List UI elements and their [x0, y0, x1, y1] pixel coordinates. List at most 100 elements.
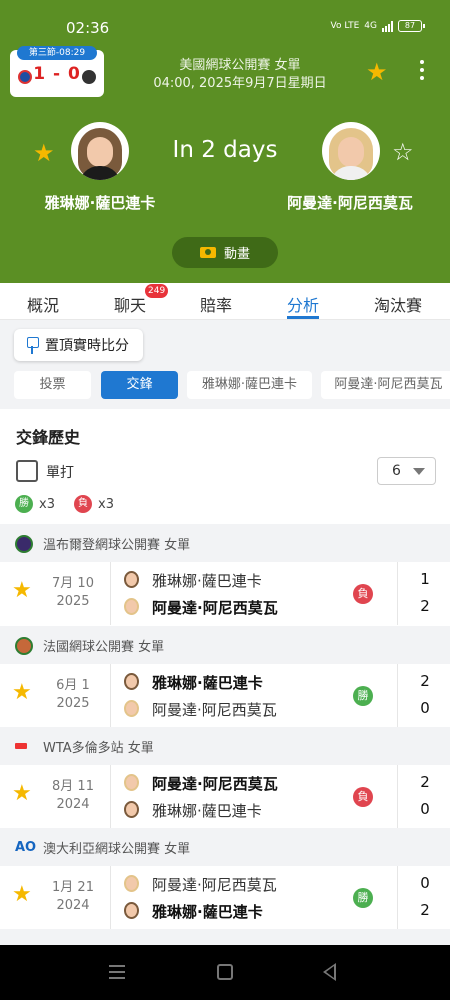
player-name: 雅琳娜·薩巴連卡: [152, 674, 263, 692]
match-count-select[interactable]: 6: [377, 457, 436, 485]
tab-odds[interactable]: 賠率: [200, 292, 232, 316]
score: 1: [420, 570, 430, 588]
loss-count: x3: [98, 496, 114, 512]
match-year: 2024: [56, 797, 90, 812]
player2-favorite-star-icon[interactable]: ☆: [392, 138, 414, 166]
h2h-title: 交鋒歷史: [16, 428, 81, 447]
singles-checkbox[interactable]: [16, 460, 38, 482]
divider: [397, 664, 398, 727]
live-period: 第三節-08:29: [17, 46, 97, 60]
match-row[interactable]: ★ 6月 1 2025 雅琳娜·薩巴連卡 阿曼達·阿尼西莫瓦 勝 2 0: [0, 664, 450, 727]
pin-live-score-button[interactable]: 置頂實時比分: [14, 329, 143, 361]
player-name: 阿曼達·阿尼西莫瓦: [152, 775, 278, 793]
match-day: 1月 21: [52, 880, 94, 895]
score: 2: [420, 597, 430, 615]
player-name: 阿曼達·阿尼西莫瓦: [152, 599, 278, 617]
competition-header[interactable]: WTA多倫多站 女單: [0, 727, 450, 765]
divider: [397, 765, 398, 828]
back-icon[interactable]: [323, 963, 336, 981]
match-row[interactable]: ★ 7月 10 2025 雅琳娜·薩巴連卡 阿曼達·阿尼西莫瓦 負 1 2: [0, 562, 450, 625]
player-avatar-icon: [124, 774, 139, 791]
player-avatar-icon: [124, 571, 139, 588]
match-row[interactable]: ★ 8月 11 2024 阿曼達·阿尼西莫瓦 雅琳娜·薩巴連卡 負 2 0: [0, 765, 450, 828]
home-icon[interactable]: [217, 964, 233, 980]
roland-garros-logo-icon: [15, 637, 33, 655]
australian-open-logo-icon: AO: [15, 840, 37, 855]
match-year: 2024: [56, 898, 90, 913]
player-avatar-icon: [124, 875, 139, 892]
favorite-star-icon[interactable]: ★: [12, 680, 32, 705]
match-date: 1月 21 2024: [44, 879, 102, 915]
match-date: 7月 10 2025: [44, 575, 102, 611]
volte-indicator: Vo LTE: [330, 20, 360, 31]
competition-header[interactable]: 溫布爾登網球公開賽 女單: [0, 524, 450, 562]
singles-label: 單打: [46, 465, 74, 481]
countdown: In 2 days: [172, 137, 278, 163]
player-avatar-icon: [124, 902, 139, 919]
player-name: 阿曼達·阿尼西莫瓦: [152, 701, 277, 719]
tab-knockout[interactable]: 淘汰賽: [374, 292, 422, 316]
chip-player1[interactable]: 雅琳娜·薩巴連卡: [187, 371, 312, 399]
tab-overview[interactable]: 概況: [27, 292, 59, 316]
player2-name[interactable]: 阿曼達·阿尼西莫瓦: [270, 192, 430, 213]
win-badge: 勝: [15, 495, 33, 513]
match-date: 6月 1 2025: [44, 677, 102, 713]
loss-tally: 負 x3: [74, 495, 114, 513]
animation-button[interactable]: 動畫: [172, 237, 278, 268]
result-badge: 負: [353, 787, 373, 807]
match-date: 8月 11 2024: [44, 778, 102, 814]
battery-icon: 87: [398, 20, 425, 32]
chip-vote[interactable]: 投票: [14, 371, 91, 399]
event-title[interactable]: 美國網球公開賽 女單: [110, 54, 370, 73]
tab-analysis[interactable]: 分析: [287, 292, 319, 316]
status-icons: Vo LTE 4G 87: [330, 20, 425, 32]
favorite-star-icon[interactable]: ★: [366, 58, 388, 86]
live-score-card[interactable]: 第三節-08:29 1 - 0: [10, 46, 104, 97]
divider: [110, 562, 111, 625]
match-day: 6月 1: [56, 678, 90, 693]
win-tally: 勝 x3: [15, 495, 55, 513]
player-name: 阿曼達·阿尼西莫瓦: [152, 876, 277, 894]
score: 0: [420, 800, 430, 818]
chip-head-to-head[interactable]: 交鋒: [101, 371, 178, 399]
chat-count-badge: 249: [145, 284, 169, 298]
system-nav-bar: [0, 945, 450, 1000]
score: 0: [420, 874, 430, 892]
competition-name: WTA多倫多站 女單: [43, 741, 154, 756]
divider: [110, 765, 111, 828]
favorite-star-icon[interactable]: ★: [12, 781, 32, 806]
player-name: 雅琳娜·薩巴連卡: [152, 802, 262, 820]
competition-header-partial: [0, 929, 450, 945]
tab-chat[interactable]: 聊天: [114, 292, 146, 316]
signal-icon: [382, 20, 393, 32]
favorite-star-icon[interactable]: ★: [12, 882, 32, 907]
player-name: 雅琳娜·薩巴連卡: [152, 903, 263, 921]
match-year: 2025: [56, 594, 90, 609]
animation-icon: [199, 247, 216, 258]
competition-name: 法國網球公開賽 女單: [43, 640, 165, 655]
tab-bar: 概況 聊天 賠率 分析 淘汰賽: [0, 283, 450, 320]
match-header: 02:36 Vo LTE 4G 87 第三節-08:29 1 - 0 美國網球公…: [0, 0, 450, 283]
player2-avatar[interactable]: [322, 122, 380, 180]
menu-icon[interactable]: [109, 965, 125, 983]
result-badge: 勝: [353, 686, 373, 706]
competition-header[interactable]: AO 澳大利亞網球公開賽 女單: [0, 828, 450, 866]
player-name: 雅琳娜·薩巴連卡: [152, 572, 262, 590]
competition-name: 溫布爾登網球公開賽 女單: [43, 538, 191, 553]
status-time: 02:36: [66, 19, 110, 37]
more-options-icon[interactable]: [418, 60, 426, 84]
result-badge: 勝: [353, 888, 373, 908]
player1-avatar[interactable]: [71, 122, 129, 180]
chevron-down-icon: [413, 468, 425, 475]
competition-header[interactable]: 法國網球公開賽 女單: [0, 626, 450, 664]
match-year: 2025: [56, 696, 90, 711]
match-row[interactable]: ★ 1月 21 2024 阿曼達·阿尼西莫瓦 雅琳娜·薩巴連卡 勝 0 2: [0, 866, 450, 929]
player1-favorite-star-icon[interactable]: ★: [33, 139, 55, 167]
win-count: x3: [39, 496, 55, 512]
result-badge: 負: [353, 584, 373, 604]
favorite-star-icon[interactable]: ★: [12, 578, 32, 603]
wimbledon-logo-icon: [15, 535, 33, 553]
player1-name[interactable]: 雅琳娜·薩巴連卡: [20, 192, 180, 213]
chip-player2[interactable]: 阿曼達·阿尼西莫瓦: [321, 371, 450, 399]
score: 2: [420, 901, 430, 919]
